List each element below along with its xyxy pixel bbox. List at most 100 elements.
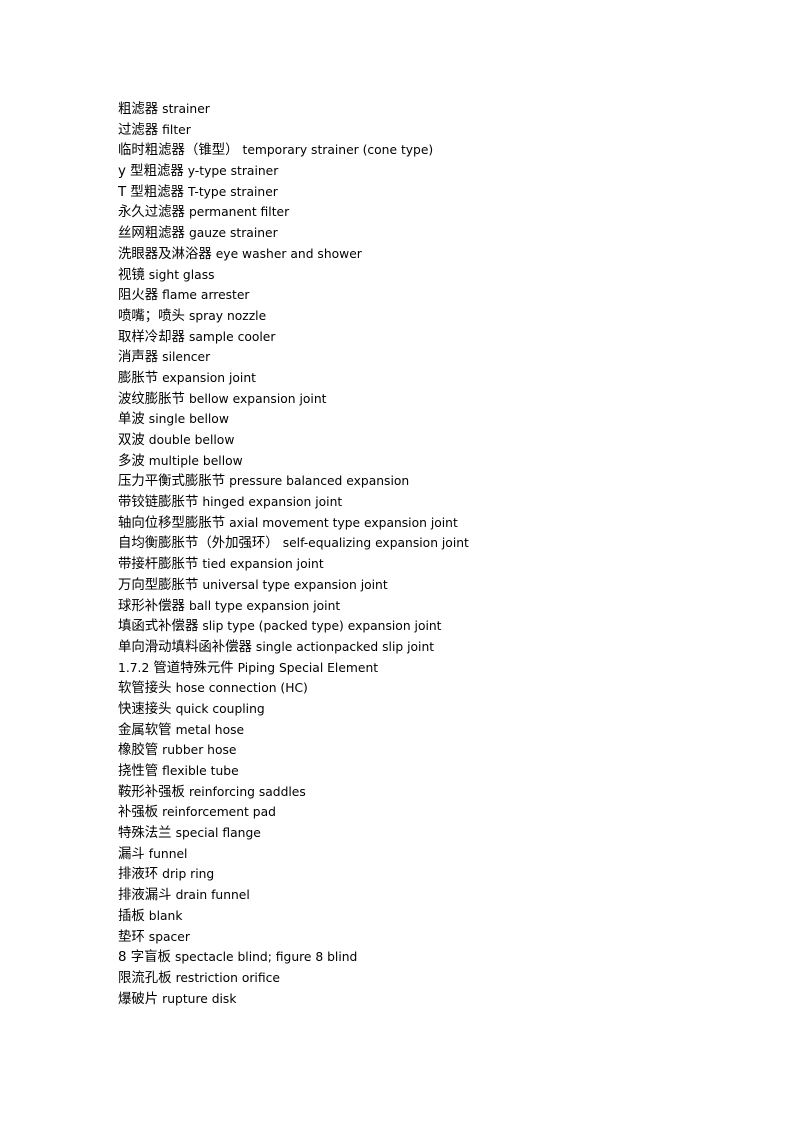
- glossary-term-zh: 自均衡膨胀节（外加强环）: [118, 536, 279, 552]
- glossary-term-zh: 漏斗: [118, 846, 145, 862]
- glossary-term-zh: 万向型膨胀节: [118, 577, 199, 593]
- glossary-term-en: double bellow: [148, 433, 235, 447]
- glossary-term-zh: 阻火器: [118, 288, 159, 304]
- glossary-term-en: single actionpacked slip joint: [255, 639, 435, 654]
- glossary-term-zh: 粗滤器: [118, 102, 159, 117]
- glossary-term-en: restriction orifice: [175, 970, 280, 985]
- glossary-term-zh: 过滤器: [118, 122, 159, 138]
- glossary-entry: 橡胶管 rubber hose: [118, 740, 718, 761]
- glossary-term-zh: 喷嘴；喷头: [118, 308, 185, 324]
- glossary-term-zh: 消声器: [118, 350, 159, 366]
- glossary-term-en: reinforcement pad: [162, 805, 276, 820]
- glossary-entry: 波纹膨胀节 bellow expansion joint: [118, 389, 718, 410]
- glossary-entry: T 型粗滤器 T-type strainer: [118, 182, 718, 203]
- glossary-entry: 补强板 reinforcement pad: [118, 802, 718, 823]
- glossary-term-en: multiple bellow: [148, 453, 243, 468]
- glossary-term-en: permanent filter: [188, 205, 290, 220]
- glossary-term-zh: 限流孔板: [118, 970, 172, 986]
- glossary-entry: 爆破片 rupture disk: [118, 989, 718, 1010]
- glossary-term-en: slip type (packed type) expansion joint: [202, 619, 442, 634]
- glossary-term-zh: 压力平衡式膨胀节: [118, 474, 226, 490]
- glossary-entry: 特殊法兰 special flange: [118, 823, 718, 844]
- glossary-entry: 临时粗滤器（锥型） temporary strainer (cone type): [118, 140, 718, 161]
- glossary-term-zh: 软管接头: [118, 681, 172, 697]
- glossary-entry: 限流孔板 restriction orifice: [118, 968, 718, 989]
- glossary-term-en: rupture disk: [162, 991, 237, 1006]
- glossary-entry: 轴向位移型膨胀节 axial movement type expansion jo…: [118, 513, 718, 534]
- glossary-term-zh: 橡胶管: [118, 743, 159, 759]
- glossary-entry: 阻火器 flame arrester: [118, 285, 718, 306]
- glossary-term-en: temporary strainer (cone type): [242, 143, 434, 158]
- glossary-term-en: drip ring: [162, 867, 215, 882]
- glossary-term-en: filter: [162, 122, 191, 137]
- glossary-term-en: Piping Special Element: [237, 660, 379, 675]
- glossary-entry: 单向滑动填料函补偿器 single actionpacked slip joint: [118, 637, 718, 658]
- section-number: 1.7.2: [118, 660, 150, 675]
- glossary-entry: 漏斗 funnel: [118, 844, 718, 865]
- glossary-term-en: sample cooler: [188, 329, 276, 344]
- section-heading: 1.7.2 管道特殊元件 Piping Special Element: [118, 658, 718, 679]
- glossary-term-en: pressure balanced expansion: [229, 474, 410, 489]
- glossary-term-en: single bellow: [148, 412, 229, 427]
- glossary-term-zh: T 型粗滤器: [118, 184, 184, 200]
- glossary-entry: 多波 multiple bellow: [118, 451, 718, 472]
- glossary-term-en: self-equalizing expansion joint: [282, 536, 469, 551]
- glossary-term-en: T-type strainer: [188, 184, 278, 199]
- glossary-term-zh: 填函式补偿器: [118, 619, 199, 635]
- glossary-entry: 消声器 silencer: [118, 347, 718, 368]
- glossary-term-zh: 丝网粗滤器: [118, 226, 185, 242]
- glossary-entry: 万向型膨胀节 universal type expansion joint: [118, 575, 718, 596]
- glossary-term-zh: 特殊法兰: [118, 826, 172, 842]
- glossary-term-zh: 轴向位移型膨胀节: [118, 515, 226, 531]
- glossary-entry: 插板 blank: [118, 906, 718, 927]
- glossary-term-zh: 洗眼器及淋浴器: [118, 246, 212, 262]
- glossary-term-zh: 双波: [118, 433, 145, 448]
- glossary-term-zh: 带接杆膨胀节: [118, 557, 199, 573]
- glossary-term-zh: 带铰链膨胀节: [118, 495, 199, 511]
- glossary-term-zh: 临时粗滤器（锥型）: [118, 143, 239, 159]
- glossary-term-en: spacer: [148, 929, 190, 944]
- glossary-term-en: gauze strainer: [188, 226, 278, 241]
- glossary-term-en: sight glass: [148, 267, 215, 282]
- glossary-term-en: metal hose: [175, 722, 245, 737]
- glossary-entry: y 型粗滤器 y-type strainer: [118, 161, 718, 182]
- glossary-term-zh: 单波: [118, 412, 145, 428]
- glossary-term-en: y-type strainer: [187, 164, 279, 179]
- glossary-term-zh: 视镜: [118, 267, 145, 283]
- glossary-term-en: eye washer and shower: [215, 246, 362, 261]
- glossary-entry: 球形补偿器 ball type expansion joint: [118, 596, 718, 617]
- glossary-entry: 取样冷却器 sample cooler: [118, 327, 718, 348]
- glossary-term-en: bellow expansion joint: [188, 391, 327, 406]
- glossary-entry: 鞍形补强板 reinforcing saddles: [118, 782, 718, 803]
- document-page: 粗滤器 strainer 过滤器 filter 临时粗滤器（锥型） temporary s…: [0, 0, 794, 1123]
- glossary-term-en: expansion joint: [162, 370, 256, 385]
- glossary-term-en: special flange: [175, 826, 261, 841]
- glossary-term-zh: 膨胀节: [118, 370, 159, 386]
- glossary-entry: 快速接头 quick coupling: [118, 699, 718, 720]
- glossary-term-zh: 鞍形补强板: [118, 784, 185, 800]
- glossary-entry: 双波 double bellow: [118, 430, 718, 451]
- glossary-term-zh: 波纹膨胀节: [118, 391, 185, 407]
- glossary-entry: 垫环 spacer: [118, 927, 718, 948]
- glossary-term-en: ball type expansion joint: [188, 598, 341, 613]
- glossary-entry: 丝网粗滤器 gauze strainer: [118, 223, 718, 244]
- glossary-entry: 带铰链膨胀节 hinged expansion joint: [118, 492, 718, 513]
- glossary-term-zh: 管道特殊元件: [153, 660, 234, 676]
- glossary-term-en: silencer: [162, 350, 211, 365]
- glossary-entry: 8 字盲板 spectacle blind; figure 8 blind: [118, 947, 718, 968]
- glossary-term-zh: 取样冷却器: [118, 329, 185, 345]
- glossary-entry: 膨胀节 expansion joint: [118, 368, 718, 389]
- glossary-term-en: drain funnel: [175, 888, 250, 903]
- glossary-term-zh: 补强板: [118, 805, 159, 821]
- glossary-term-zh: 8 字盲板: [118, 950, 171, 966]
- glossary-term-en: spray nozzle: [188, 308, 267, 323]
- glossary-term-en: spectacle blind; figure 8 blind: [174, 950, 358, 965]
- glossary-term-en: flexible tube: [162, 764, 239, 778]
- glossary-term-zh: 插板: [118, 908, 145, 924]
- glossary-term-en: quick coupling: [175, 701, 265, 716]
- glossary-term-zh: 球形补偿器: [118, 598, 185, 614]
- glossary-entry: 自均衡膨胀节（外加强环） self-equalizing expansion jo…: [118, 533, 718, 554]
- glossary-term-zh: 多波: [118, 453, 145, 469]
- glossary-entry: 压力平衡式膨胀节 pressure balanced expansion: [118, 471, 718, 492]
- glossary-term-zh: 快速接头: [118, 701, 172, 717]
